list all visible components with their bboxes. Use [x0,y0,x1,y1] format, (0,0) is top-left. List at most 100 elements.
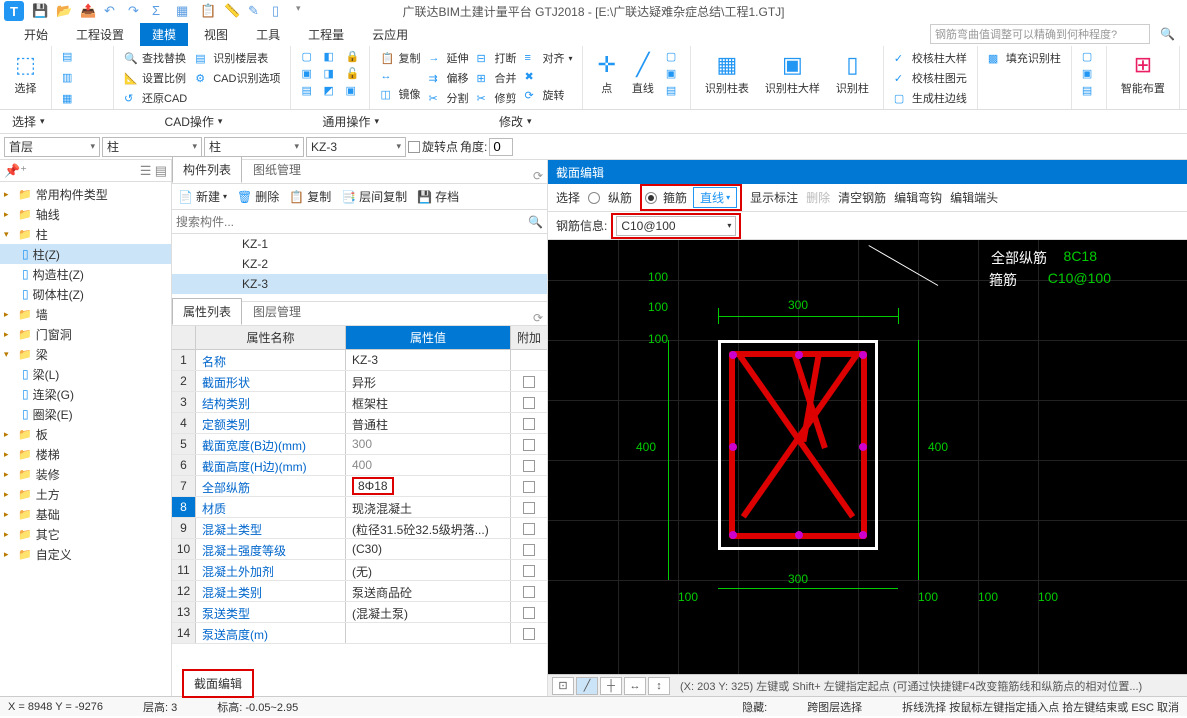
select-label[interactable]: 选择 [556,189,580,206]
tree-row-圈梁(E)[interactable]: ▯圈梁(E) [0,404,171,424]
edit-end-button[interactable]: 编辑端头 [950,189,998,206]
tab-property-list[interactable]: 属性列表 [172,298,242,325]
small-g[interactable]: 🔒 [341,48,363,65]
property-row[interactable]: 9混凝土类型(粒径31.5砼32.5级坍落...) [172,518,547,539]
property-row[interactable]: 8材质现浇混凝土 [172,497,547,518]
tree-row-门窗洞[interactable]: ▸📁门窗洞 [0,324,171,344]
undo-icon[interactable]: ↶ [104,3,120,19]
comp-row-KZ-3[interactable]: KZ-3 [172,274,547,294]
open-icon[interactable]: 📂 [56,3,72,19]
fill-identify-button[interactable]: ▩填充识别柱 [984,48,1065,68]
tree-row-轴线[interactable]: ▸📁轴线 [0,204,171,224]
small-d[interactable]: ◧ [319,48,341,65]
split-button[interactable]: ✂分割 [424,88,472,108]
gen-col-edge-button[interactable]: ▢生成柱边线 [890,88,971,108]
radio-stirrup[interactable] [645,192,657,204]
menu-cloud[interactable]: 云应用 [360,23,420,46]
small-h[interactable]: 🔓 [341,65,363,82]
edit-hook-button[interactable]: 编辑弯钩 [894,189,942,206]
tree-row-柱(Z)[interactable]: ▯柱(Z) [0,244,171,264]
line-button[interactable]: ╱ 直线 [624,48,662,107]
tree-row-梁[interactable]: ▾📁梁 [0,344,171,364]
small-f[interactable]: ◩ [319,82,341,99]
property-row[interactable]: 2截面形状异形 [172,371,547,392]
redo-icon[interactable]: ↷ [128,3,144,19]
sm-n[interactable]: ▣ [1078,65,1100,82]
section-canvas[interactable]: /* grid drawn via inline elements below … [548,240,1187,674]
identify-col-table-button[interactable]: ▦ 识别柱表 [697,48,757,107]
property-row[interactable]: 14泵送高度(m) [172,623,547,644]
ruler-icon[interactable]: 📏 [224,3,240,19]
identify-col-big-button[interactable]: ▣ 识别柱大样 [757,48,828,107]
tree-row-土方[interactable]: ▸📁土方 [0,484,171,504]
expand-icon[interactable]: ☰ [140,163,152,178]
property-row[interactable]: 10混凝土强度等级(C30) [172,539,547,560]
point-button[interactable]: ✛ 点 [589,48,623,107]
property-row[interactable]: 13泵送类型(混凝土泵) [172,602,547,623]
identify-floor-button[interactable]: ▤识别楼层表 [191,48,284,68]
cad-ops-group-label[interactable]: CAD操作 ▾ [165,113,223,130]
break-button[interactable]: ⊟打断 [472,48,520,68]
archive-button[interactable]: 💾存档 [417,188,459,205]
restore-cad-button[interactable]: ↺还原CAD [120,88,191,108]
floor-combo[interactable]: 首层▾ [4,137,100,157]
menu-view[interactable]: 视图 [192,23,240,46]
delete-rebar-button[interactable]: 删除 [806,189,830,206]
tree-row-砌体柱(Z)[interactable]: ▯砌体柱(Z) [0,284,171,304]
tree-row-常用构件类型[interactable]: ▸📁常用构件类型 [0,184,171,204]
tree-row-连梁(G)[interactable]: ▯连梁(G) [0,384,171,404]
rotate-point-checkbox[interactable] [408,141,420,153]
align-button[interactable]: ≡对齐▾ [520,48,576,68]
comp-row-KZ-1[interactable]: KZ-1 [172,234,547,254]
type3-combo[interactable]: KZ-3▾ [306,137,406,157]
property-row[interactable]: 5截面宽度(B边)(mm)300 [172,434,547,455]
sm-l[interactable]: ▤ [662,82,684,99]
comp-row-KZ-2[interactable]: KZ-2 [172,254,547,274]
type2-combo[interactable]: 柱▾ [204,137,304,157]
cf-btn3[interactable]: ┼ [600,677,622,695]
new-button[interactable]: 📄新建▾ [178,188,227,205]
search-icon[interactable]: 🔍 [1160,27,1175,41]
check-col-img-button[interactable]: ✓校核柱图元 [890,68,971,88]
tree-row-其它[interactable]: ▸📁其它 [0,524,171,544]
set-scale-button[interactable]: 📐设置比例 [120,68,191,88]
smart-layout-button[interactable]: ⊞ 智能布置 [1113,48,1173,100]
extend-button[interactable]: →延伸 [424,48,472,68]
export-icon[interactable]: 📤 [80,3,96,19]
small-i[interactable]: ▣ [341,82,363,99]
find-replace-button[interactable]: 🔍查找替换 [120,48,191,68]
sm-o[interactable]: ▤ [1078,82,1100,99]
menu-start[interactable]: 开始 [12,23,60,46]
cad-identify-button[interactable]: ⚙CAD识别选项 [191,68,284,88]
property-row[interactable]: 1名称KZ-3 [172,350,547,371]
cf-btn1[interactable]: ⊡ [552,677,574,695]
tab-drawing-mgmt[interactable]: 图纸管理 [242,156,312,183]
area-icon[interactable]: ▦ [176,3,192,19]
tree-row-基础[interactable]: ▸📁基础 [0,504,171,524]
rotate-button[interactable]: ⟳旋转 [520,85,576,105]
small-b[interactable]: ▣ [297,65,319,82]
cf-btn5[interactable]: ↕ [648,677,670,695]
tree-row-自定义[interactable]: ▸📁自定义 [0,544,171,564]
merge-button[interactable]: ⊞合并 [472,68,520,88]
select-button[interactable]: ⬚ 选择 [6,48,45,100]
copy-button[interactable]: 📋复制 [376,48,424,68]
clear-rebar-button[interactable]: 清空钢筋 [838,189,886,206]
small-e[interactable]: ◨ [319,65,341,82]
check-col-big-button[interactable]: ✓校核柱大样 [890,48,971,68]
property-row[interactable]: 11混凝土外加剂(无) [172,560,547,581]
menu-model[interactable]: 建模 [140,23,188,46]
component-search[interactable] [176,215,528,229]
search-icon[interactable]: 🔍 [528,215,543,229]
property-row[interactable]: 7全部纵筋8Φ18 [172,476,547,497]
edit-icon[interactable]: ✎ [248,3,264,19]
move-button[interactable]: ↔ [376,68,424,84]
collapse-icon[interactable]: ▤ [155,163,167,178]
tree-row-柱[interactable]: ▾📁柱 [0,224,171,244]
cf-btn2[interactable]: ╱ [576,677,598,695]
mirror-button[interactable]: ◫镜像 [376,84,424,104]
trim-button[interactable]: ✂修剪 [472,88,520,108]
menu-tools[interactable]: 工具 [244,23,292,46]
more-icon[interactable]: ▾ [296,3,312,19]
delete-button[interactable]: 🗑删除 [237,188,279,205]
